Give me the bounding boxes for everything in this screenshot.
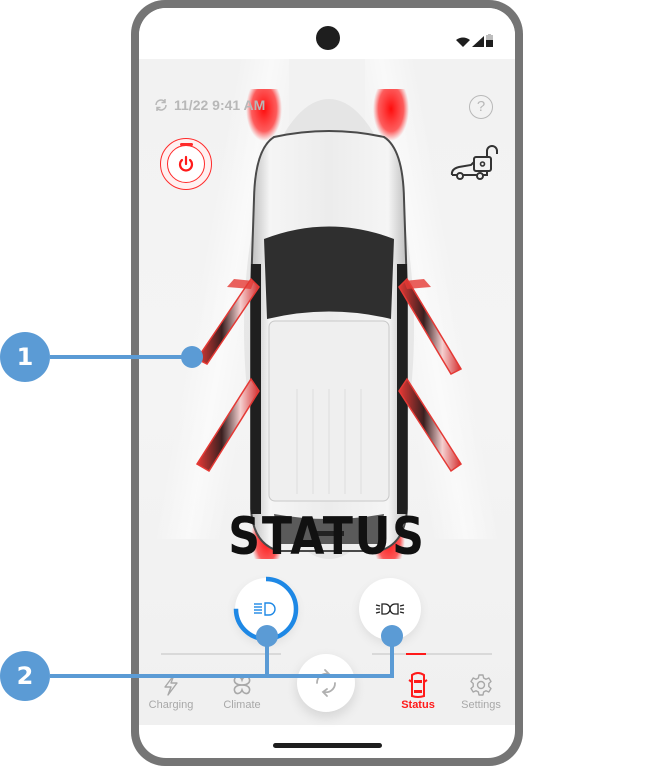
fan-icon	[233, 675, 251, 695]
tab-climate[interactable]: Climate	[207, 671, 277, 711]
gear-icon	[470, 674, 492, 696]
phone-screen: 11/22 9:41 AM ? STATUS Charging Climate …	[139, 8, 515, 758]
tab-charging[interactable]: Charging	[139, 671, 206, 711]
cellular-signal-icon	[472, 36, 484, 47]
callout-badge-2: 2	[0, 651, 50, 701]
refresh-button[interactable]	[297, 654, 355, 712]
tab-label: Climate	[223, 699, 261, 711]
tab-status[interactable]: Status	[383, 671, 453, 711]
tab-label: Charging	[148, 699, 194, 711]
sync-icon[interactable]	[153, 97, 169, 113]
home-indicator[interactable]	[273, 743, 382, 748]
help-icon: ?	[476, 98, 486, 115]
fog-lights-button[interactable]	[359, 578, 421, 640]
door-rear-left-open	[195, 377, 260, 473]
help-button[interactable]: ?	[469, 95, 493, 119]
trunk-unlock-icon	[450, 145, 498, 180]
refresh-icon	[316, 669, 336, 697]
status-screen: 11/22 9:41 AM ? STATUS Charging Climate …	[139, 59, 515, 725]
tab-label: Settings	[461, 699, 501, 711]
page-title: STATUS	[228, 507, 426, 567]
door-rear-right-open	[398, 377, 463, 473]
fog-light-icon	[375, 603, 405, 615]
power-button[interactable]	[160, 138, 212, 190]
windshield	[264, 226, 394, 319]
last-updated-time: 11/22 9:41 AM	[174, 97, 266, 113]
active-tab-indicator	[406, 653, 426, 655]
tabbar-divider	[161, 653, 281, 655]
headlight-right-glow	[373, 89, 409, 141]
power-icon	[178, 155, 194, 172]
front-camera	[316, 26, 340, 50]
power-status-indicator	[180, 143, 193, 146]
tabbar-divider	[372, 653, 492, 655]
tab-label: Status	[401, 699, 435, 711]
trunk-lock-button[interactable]	[449, 145, 503, 188]
vehicle-top-view	[195, 89, 463, 559]
battery-icon	[486, 34, 493, 47]
low-beam-progress-ring	[233, 576, 299, 642]
system-status-bar	[139, 8, 515, 59]
last-updated: 11/22 9:41 AM	[153, 97, 265, 113]
low-beam-button[interactable]	[233, 576, 299, 642]
system-icons	[456, 34, 493, 47]
callout-badge-1: 1	[0, 332, 50, 382]
lightning-icon	[164, 674, 178, 696]
tab-settings[interactable]: Settings	[446, 671, 515, 711]
car-doors-icon	[408, 672, 428, 698]
wifi-icon	[456, 37, 470, 47]
